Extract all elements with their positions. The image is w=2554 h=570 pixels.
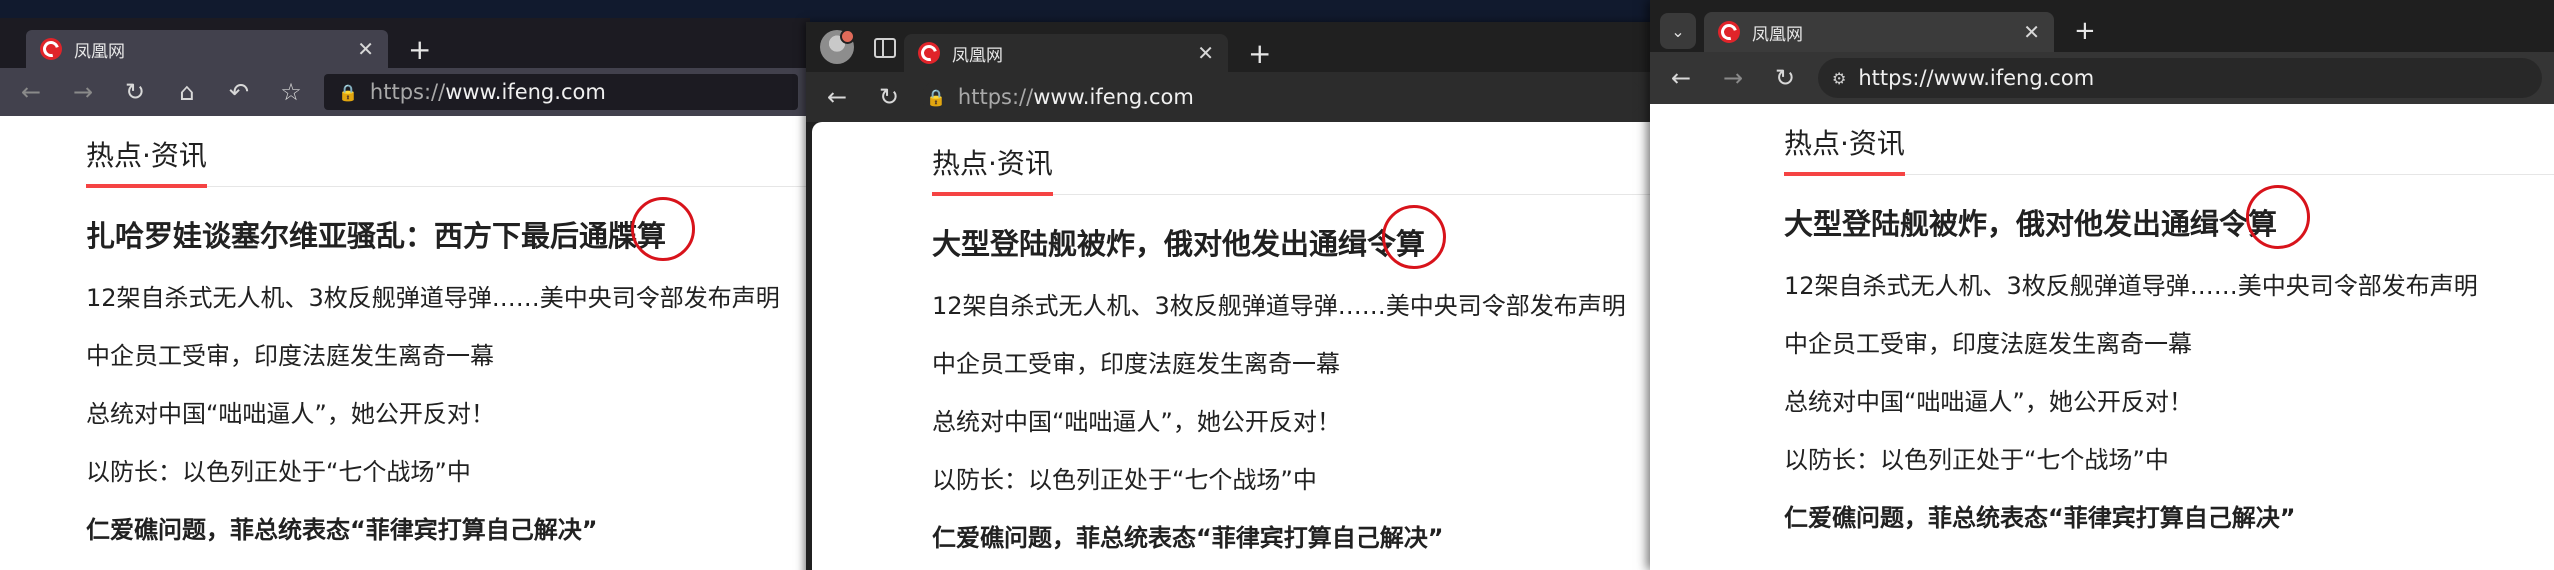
news-item[interactable]: 仁爱礁问题，菲总统表态“菲律宾打算自己解决”: [86, 510, 810, 545]
reload-button[interactable]: ↻: [116, 73, 154, 111]
news-item[interactable]: 总统对中国“咄咄逼人”，她公开反对！: [932, 402, 1654, 437]
reload-button[interactable]: ↻: [1766, 59, 1804, 97]
url-protocol: https://: [957, 85, 1034, 109]
section-title[interactable]: 热点·资讯: [86, 134, 207, 188]
news-item[interactable]: 总统对中国“咄咄逼人”，她公开反对！: [86, 394, 810, 429]
address-bar[interactable]: 🔒 https:// www.ifeng.com: [922, 79, 1642, 115]
workspaces-icon[interactable]: [874, 38, 896, 58]
url-protocol: https://: [369, 80, 446, 104]
close-icon[interactable]: ✕: [2023, 20, 2040, 44]
tab-title: 凤凰网: [952, 45, 1003, 66]
news-item[interactable]: 12架自杀式无人机、3枚反舰弹道导弹……美中央司令部发布声明: [932, 286, 1654, 321]
ifeng-logo-icon: [1718, 21, 1740, 43]
bookmark-star-icon[interactable]: ☆: [272, 73, 310, 111]
headline-link[interactable]: 大型登陆舰被炸，俄对他发出通缉令算: [1784, 185, 2554, 249]
site-info-icon[interactable]: ⚙: [1832, 69, 1846, 88]
new-tab-button[interactable]: +: [2074, 18, 2096, 44]
ifeng-logo-icon: [40, 38, 62, 60]
section-header: 热点·资讯: [932, 142, 1654, 196]
reload-button[interactable]: ↻: [870, 78, 908, 116]
highlight-circle: [631, 197, 695, 261]
ifeng-logo-icon: [918, 42, 940, 64]
section-header: 热点·资讯: [1784, 122, 2554, 176]
section-title[interactable]: 热点·资讯: [1784, 122, 1905, 176]
back-button[interactable]: ←: [1662, 59, 1700, 97]
close-icon[interactable]: ✕: [1197, 41, 1214, 65]
news-item[interactable]: 以防长：以色列正处于“七个战场”中: [86, 452, 810, 487]
headline-text: 大型登陆舰被炸，俄对他发出通缉令算: [932, 227, 1426, 261]
nav-toolbar: ← → ↻ ⌂ ↶ ☆ 🔒 https:// www.ifeng.com: [0, 68, 810, 116]
news-item[interactable]: 仁爱礁问题，菲总统表态“菲律宾打算自己解决”: [1784, 498, 2554, 533]
back-button[interactable]: ←: [12, 73, 50, 111]
headline-link[interactable]: 扎哈罗娃谈塞尔维亚骚乱：西方下最后通牒算: [86, 197, 810, 261]
tab-strip-left: [806, 22, 896, 72]
new-tab-button[interactable]: +: [408, 36, 431, 64]
news-item[interactable]: 总统对中国“咄咄逼人”，她公开反对！: [1784, 382, 2554, 417]
news-item[interactable]: 12架自杀式无人机、3枚反舰弹道导弹……美中央司令部发布声明: [1784, 266, 2554, 301]
page-content: 热点·资讯 大型登陆舰被炸，俄对他发出通缉令算 12架自杀式无人机、3枚反舰弹道…: [1650, 104, 2554, 570]
headline-link[interactable]: 大型登陆舰被炸，俄对他发出通缉令算: [932, 205, 1654, 269]
page-content: 热点·资讯 扎哈罗娃谈塞尔维亚骚乱：西方下最后通牒算 12架自杀式无人机、3枚反…: [0, 116, 810, 570]
headline-text: 扎哈罗娃谈塞尔维亚骚乱：西方下最后通牒算: [86, 219, 667, 253]
desktop: 凤凰网 ✕ + ← → ↻ ⌂ ↶ ☆ 🔒 https:// www.ifeng…: [0, 0, 2554, 570]
browser-window-edge: 凤凰网 ✕ + ← ↻ 🔒 https:// www.ifeng.com 热点·…: [806, 22, 1654, 570]
address-bar[interactable]: ⚙ https://www.ifeng.com: [1818, 58, 2542, 98]
news-item[interactable]: 中企员工受审，印度法庭发生离奇一幕: [86, 336, 810, 371]
home-button[interactable]: ⌂: [168, 73, 206, 111]
tab-search-dropdown-icon[interactable]: ⌄: [1660, 13, 1696, 49]
tab-strip: 凤凰网 ✕ +: [0, 18, 810, 68]
back-button[interactable]: ←: [818, 78, 856, 116]
browser-window-chrome: ⌄ 凤凰网 ✕ + ← → ↻ ⚙ https://www.ifeng.com …: [1650, 0, 2554, 570]
highlight-circle: [2246, 185, 2310, 249]
news-item[interactable]: 仁爱礁问题，菲总统表态“菲律宾打算自己解决”: [932, 518, 1654, 553]
tab-ifeng[interactable]: 凤凰网 ✕: [904, 34, 1228, 72]
tab-ifeng[interactable]: 凤凰网 ✕: [26, 30, 388, 68]
highlight-circle: [1382, 205, 1446, 269]
headline-text: 大型登陆舰被炸，俄对他发出通缉令算: [1784, 207, 2278, 241]
section-header: 热点·资讯: [86, 134, 810, 188]
lock-icon[interactable]: 🔒: [338, 83, 358, 102]
close-icon[interactable]: ✕: [357, 37, 374, 61]
profile-avatar[interactable]: [820, 29, 855, 64]
nav-toolbar: ← → ↻ ⚙ https://www.ifeng.com: [1650, 52, 2554, 104]
new-tab-button[interactable]: +: [1248, 40, 1271, 68]
page-content: 热点·资讯 大型登陆舰被炸，俄对他发出通缉令算 12架自杀式无人机、3枚反舰弹道…: [812, 122, 1654, 570]
section-title[interactable]: 热点·资讯: [932, 142, 1053, 196]
news-item[interactable]: 12架自杀式无人机、3枚反舰弹道导弹……美中央司令部发布声明: [86, 278, 810, 313]
tab-ifeng[interactable]: 凤凰网 ✕: [1704, 12, 2054, 52]
news-item[interactable]: 以防长：以色列正处于“七个战场”中: [1784, 440, 2554, 475]
url-host: www.ifeng.com: [445, 80, 606, 104]
lock-icon[interactable]: 🔒: [926, 88, 946, 107]
address-bar[interactable]: 🔒 https:// www.ifeng.com: [324, 74, 798, 110]
news-item[interactable]: 中企员工受审，印度法庭发生离奇一幕: [1784, 324, 2554, 359]
undo-button[interactable]: ↶: [220, 73, 258, 111]
browser-window-firefox: 凤凰网 ✕ + ← → ↻ ⌂ ↶ ☆ 🔒 https:// www.ifeng…: [0, 18, 810, 570]
news-item[interactable]: 中企员工受审，印度法庭发生离奇一幕: [932, 344, 1654, 379]
nav-toolbar: ← ↻ 🔒 https:// www.ifeng.com: [806, 72, 1654, 122]
tab-title: 凤凰网: [74, 41, 125, 62]
tab-strip: ⌄ 凤凰网 ✕ +: [1650, 0, 2554, 52]
forward-button[interactable]: →: [1714, 59, 1752, 97]
forward-button[interactable]: →: [64, 73, 102, 111]
url-host: www.ifeng.com: [1033, 85, 1194, 109]
tab-title: 凤凰网: [1752, 24, 1803, 45]
url-text: https://www.ifeng.com: [1858, 66, 2095, 90]
tab-strip: 凤凰网 ✕ +: [806, 22, 1654, 72]
news-item[interactable]: 以防长：以色列正处于“七个战场”中: [932, 460, 1654, 495]
